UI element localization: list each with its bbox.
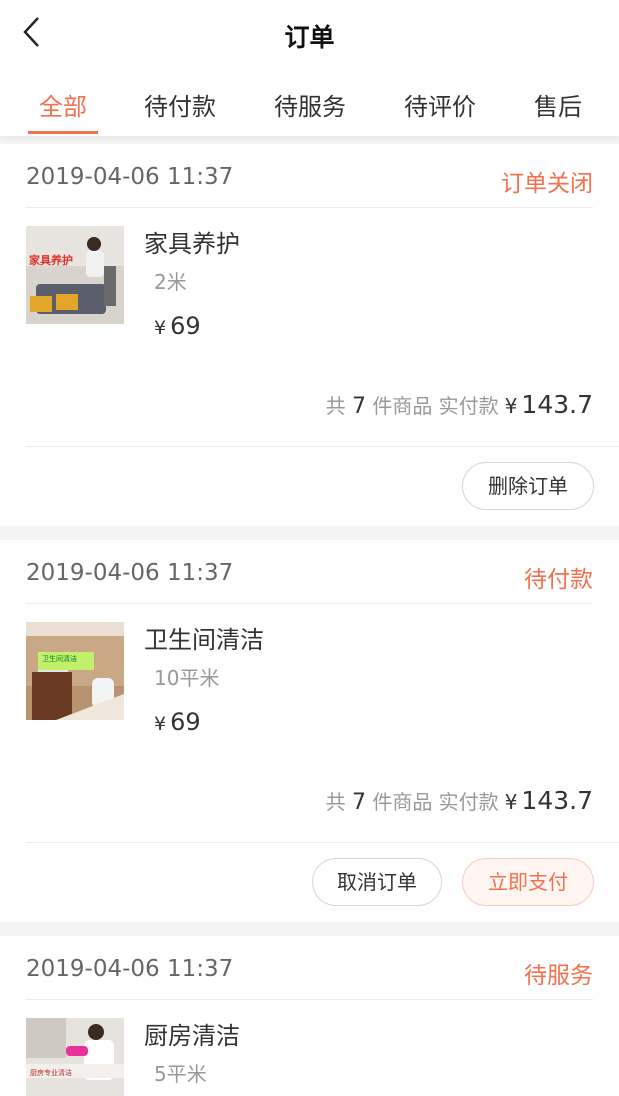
order-tabs: 全部 待付款 待服务 待评价 售后 bbox=[0, 70, 619, 136]
product-spec: 2米 bbox=[154, 270, 187, 294]
svg-text:卫生间清洁: 卫生间清洁 bbox=[42, 654, 77, 663]
item-count: 7 bbox=[351, 394, 366, 419]
product-thumbnail[interactable]: 厨房专业清洁 bbox=[26, 1018, 124, 1096]
active-tab-indicator bbox=[28, 131, 98, 134]
page-title: 订单 bbox=[284, 23, 335, 52]
product-name[interactable]: 厨房清洁 bbox=[144, 1016, 240, 1051]
product-name[interactable]: 家具养护 bbox=[144, 224, 240, 259]
order-time: 2019-04-06 11:37 bbox=[26, 164, 234, 190]
tab-after-sales[interactable]: 售后 bbox=[508, 87, 608, 122]
product-price: ¥69 bbox=[154, 708, 201, 736]
tab-pending-service[interactable]: 待服务 bbox=[260, 87, 360, 122]
product-spec: 5平米 bbox=[154, 1062, 207, 1086]
order-status: 订单关闭 bbox=[501, 171, 593, 197]
currency-symbol: ¥ bbox=[154, 713, 167, 735]
order-status: 待服务 bbox=[524, 963, 593, 989]
currency-symbol: ¥ bbox=[154, 317, 167, 339]
order-card: 2019-04-06 11:37 待付款 卫生间清洁 卫生间清洁 10平米 ¥6… bbox=[0, 540, 619, 922]
divider bbox=[26, 446, 619, 447]
order-header: 2019-04-06 11:37 订单关闭 bbox=[26, 144, 593, 208]
tab-pending-payment[interactable]: 待付款 bbox=[130, 87, 230, 122]
total-paid: 143.7 bbox=[521, 786, 593, 815]
order-card: 2019-04-06 11:37 待服务 厨房专业清洁 厨房清洁 5平米 bbox=[0, 936, 619, 1096]
delete-order-button[interactable]: 删除订单 bbox=[462, 462, 594, 510]
price-value: 69 bbox=[170, 708, 201, 736]
divider bbox=[26, 842, 619, 843]
order-header: 2019-04-06 11:37 待付款 bbox=[26, 540, 593, 604]
product-thumbnail[interactable]: 卫生间清洁 bbox=[26, 622, 124, 720]
order-card: 2019-04-06 11:37 订单关闭 家具养护 家具养护 2米 ¥69 共… bbox=[0, 144, 619, 526]
order-summary: 共 7 件商品 实付款 ¥143.7 bbox=[325, 390, 593, 419]
product-spec: 10平米 bbox=[154, 666, 220, 690]
item-count: 7 bbox=[351, 790, 366, 815]
order-header: 2019-04-06 11:37 待服务 bbox=[26, 936, 593, 1000]
price-value: 69 bbox=[170, 312, 201, 340]
product-thumbnail[interactable]: 家具养护 bbox=[26, 226, 124, 324]
tab-pending-review[interactable]: 待评价 bbox=[390, 87, 490, 122]
order-time: 2019-04-06 11:37 bbox=[26, 560, 234, 586]
nav-bar: 订单 bbox=[0, 0, 619, 70]
svg-text:家具养护: 家具养护 bbox=[29, 253, 73, 267]
order-time: 2019-04-06 11:37 bbox=[26, 956, 234, 982]
total-paid: 143.7 bbox=[521, 390, 593, 419]
order-summary: 共 7 件商品 实付款 ¥143.7 bbox=[325, 786, 593, 815]
tab-all[interactable]: 全部 bbox=[13, 87, 113, 122]
order-status: 待付款 bbox=[524, 567, 593, 593]
svg-text:厨房专业清洁: 厨房专业清洁 bbox=[30, 1068, 72, 1077]
product-price: ¥69 bbox=[154, 312, 201, 340]
cancel-order-button[interactable]: 取消订单 bbox=[312, 858, 442, 906]
product-name[interactable]: 卫生间清洁 bbox=[144, 620, 264, 655]
pay-now-button[interactable]: 立即支付 bbox=[462, 858, 594, 906]
